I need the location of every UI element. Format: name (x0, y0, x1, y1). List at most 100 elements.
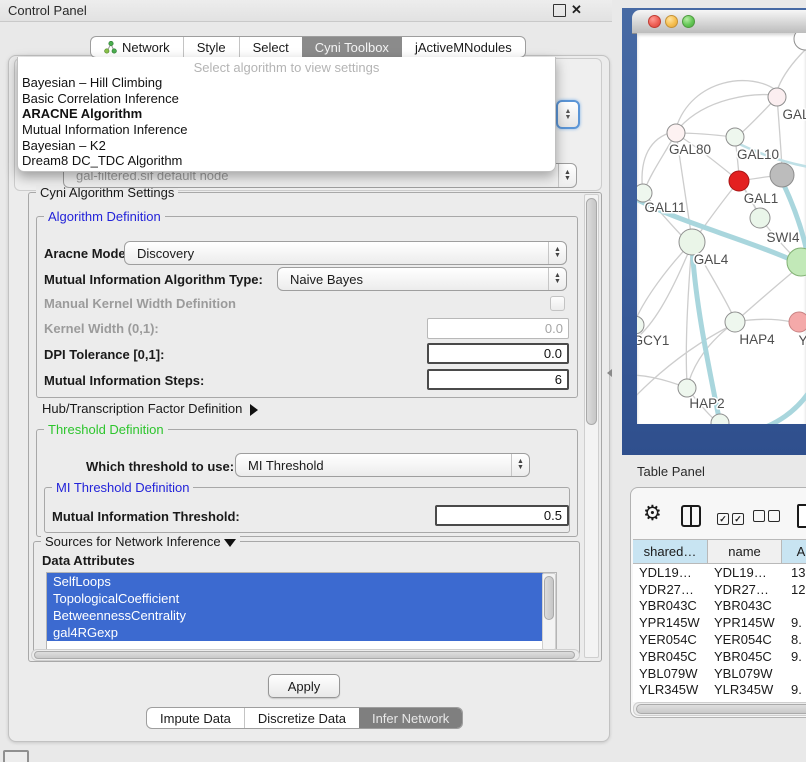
network-window-titlebar[interactable] (632, 10, 806, 34)
data-attributes-label: Data Attributes (42, 553, 135, 568)
settings-scrollbar-track[interactable] (584, 194, 599, 658)
close-traffic-light[interactable] (648, 15, 661, 28)
network-node-gal10[interactable] (726, 128, 744, 146)
table-cell: YDL19… (633, 565, 710, 580)
table-cell: YDL19… (710, 565, 786, 580)
dock-panel-icon[interactable] (3, 750, 29, 762)
column-header-name[interactable]: name (708, 540, 782, 563)
control-panel-title: Control Panel (8, 3, 87, 18)
table-cell: YBR045C (633, 649, 710, 664)
tab-cyni-toolbox[interactable]: Cyni Toolbox (302, 37, 402, 57)
network-node-swi4[interactable] (750, 208, 770, 228)
algorithm-option[interactable]: Dream8 DC_TDC Algorithm (18, 153, 555, 169)
node-label: GAL4 (694, 252, 729, 267)
attribute-list-scrollbar-track[interactable] (542, 573, 556, 650)
tab-network[interactable]: Network (91, 37, 183, 57)
algorithm-option[interactable]: Basic Correlation Inference (18, 91, 555, 107)
table-hscrollbar-thumb[interactable] (636, 704, 806, 714)
control-panel-tabbar: Network Style Select Cyni Toolbox jActiv… (90, 36, 526, 58)
select-all-checks-icon[interactable]: ✓✓ (717, 510, 747, 525)
attribute-item-selected[interactable]: BetweennessCentrality (47, 607, 544, 624)
settings-scrollbar-thumb[interactable] (586, 198, 597, 425)
close-icon[interactable]: ✕ (571, 2, 582, 18)
attribute-item-selected[interactable]: gal4RGexp (47, 624, 544, 641)
hub-definition-expander[interactable]: Hub/Transcription Factor Definition (42, 401, 258, 416)
network-node-hap2[interactable] (678, 379, 696, 397)
kernel-width-field[interactable] (427, 318, 569, 339)
node-label: HAP2 (689, 396, 724, 411)
algorithm-option[interactable]: Bayesian – K2 (18, 138, 555, 154)
network-icon (104, 41, 117, 54)
tab-impute-data[interactable]: Impute Data (147, 708, 244, 728)
network-node[interactable] (794, 33, 806, 50)
sources-group-toggle[interactable]: Sources for Network Inference (41, 534, 240, 549)
table-row[interactable]: YDL19…YDL19…13 (633, 564, 806, 581)
algorithm-combobox-stepper-icon[interactable]: ▲▼ (556, 100, 580, 129)
algorithm-popup-placeholder: Select algorithm to view settings (18, 57, 555, 75)
algorithm-option[interactable]: Mutual Information Inference (18, 122, 555, 138)
network-node-y[interactable] (789, 312, 806, 332)
column-header-shared-name[interactable]: shared… (633, 540, 708, 563)
table-cell: YER054C (710, 632, 786, 647)
table-row[interactable]: YBR043CYBR043C (633, 598, 806, 615)
algorithm-option-selected[interactable]: ARACNE Algorithm (18, 106, 555, 122)
table-hscrollbar-track[interactable] (633, 702, 806, 716)
settings-gear-icon[interactable]: ⚙ (643, 501, 662, 526)
table-cell: 9. (786, 682, 806, 697)
table-cell: YER054C (633, 632, 710, 647)
network-canvas[interactable]: GALGAL80GAL10GAL1GAL11SWI4GAL4GCY1HAP4YH… (637, 33, 806, 424)
zoom-traffic-light[interactable] (682, 15, 695, 28)
dpi-tolerance-field[interactable] (427, 343, 569, 364)
float-window-icon[interactable] (553, 4, 566, 17)
minimize-traffic-light[interactable] (665, 15, 678, 28)
tab-jactivemnodules[interactable]: jActiveMNodules (402, 37, 525, 57)
deselect-boxes-icon[interactable] (753, 510, 783, 525)
table-row[interactable]: YER054CYER054C8. (633, 631, 806, 648)
node-label: GAL80 (669, 142, 711, 157)
mi-steps-field[interactable] (427, 369, 569, 390)
table-row[interactable]: YPR145WYPR145W9. (633, 614, 806, 631)
manual-kernel-width-checkbox[interactable] (550, 296, 565, 311)
document-icon[interactable] (797, 504, 806, 528)
mi-threshold-field[interactable] (435, 505, 569, 526)
algorithm-option[interactable]: Bayesian – Hill Climbing (18, 75, 555, 91)
network-node-gal80[interactable] (667, 124, 685, 142)
which-threshold-combobox[interactable]: MI Threshold ▲▼ (235, 453, 530, 477)
apply-button[interactable]: Apply (268, 674, 340, 698)
tab-infer-network[interactable]: Infer Network (359, 708, 462, 728)
table-cell: YBR043C (633, 598, 710, 613)
settings-hscrollbar-track[interactable] (31, 649, 580, 661)
table-cell: YBL079W (710, 666, 786, 681)
column-layout-icon[interactable] (681, 505, 701, 527)
table-header-row: shared… name A (633, 539, 806, 564)
network-node[interactable] (711, 414, 729, 424)
application-root: Control Panel ✕ Network Style Select Cyn… (0, 0, 806, 762)
network-node-gal[interactable] (768, 88, 786, 106)
table-row[interactable]: YBR045CYBR045C9. (633, 648, 806, 665)
attribute-item-selected[interactable]: TopologicalCoefficient (47, 590, 544, 607)
combobox-stepper-icon: ▲▼ (511, 454, 529, 476)
data-attributes-list: SelfLoops TopologicalCoefficient Between… (46, 572, 557, 651)
tab-select[interactable]: Select (239, 37, 302, 57)
tab-discretize-data[interactable]: Discretize Data (244, 708, 359, 728)
kernel-width-label: Kernel Width (0,1): (44, 321, 159, 336)
node-label: GCY1 (637, 333, 669, 348)
splitpane-collapse-handle[interactable] (607, 369, 612, 377)
mi-algorithm-type-combobox[interactable]: Naive Bayes ▲▼ (277, 267, 567, 291)
attribute-list-scrollbar-thumb[interactable] (544, 576, 554, 620)
table-row[interactable]: YBL079WYBL079W (633, 665, 806, 682)
attribute-item-selected[interactable]: SelfLoops (47, 573, 544, 590)
tab-style[interactable]: Style (183, 37, 239, 57)
column-header-partial[interactable]: A (782, 540, 806, 563)
network-node-hap4[interactable] (725, 312, 745, 332)
network-node[interactable] (770, 163, 794, 187)
table-panel-title: Table Panel (637, 464, 705, 479)
aracne-mode-combobox[interactable]: Discovery ▲▼ (124, 241, 567, 265)
table-row[interactable]: YDR27…YDR27…12 (633, 581, 806, 598)
settings-hscrollbar-thumb[interactable] (34, 651, 575, 659)
threshold-definition-title: Threshold Definition (44, 422, 168, 437)
mi-threshold-label: Mutual Information Threshold: (52, 509, 240, 524)
network-node-gal1[interactable] (729, 171, 749, 191)
table-cell: YPR145W (710, 615, 786, 630)
table-row[interactable]: YLR345WYLR345W9. (633, 682, 806, 699)
